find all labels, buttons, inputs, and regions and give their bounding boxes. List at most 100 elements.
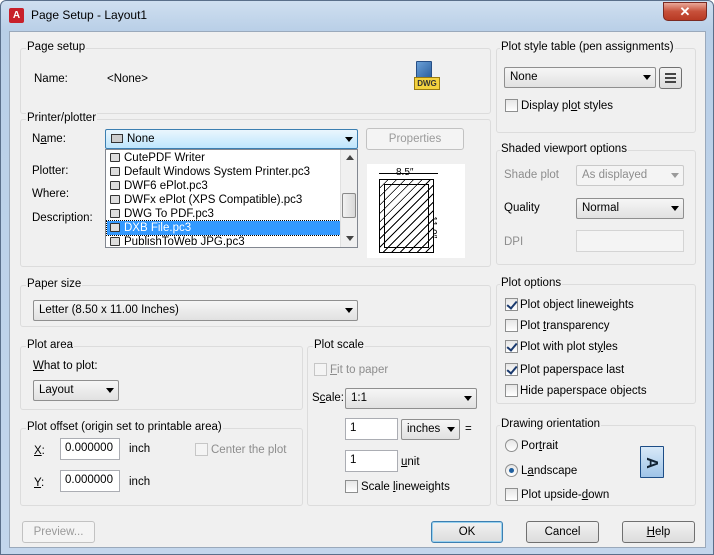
close-button[interactable]: ✕ bbox=[663, 2, 707, 21]
scale-value: 1:1 bbox=[351, 392, 367, 404]
scrollbar-thumb[interactable] bbox=[342, 193, 356, 218]
plot-transparency-label: Plot transparency bbox=[520, 320, 610, 332]
plot-upside-down-label: Plot upside-down bbox=[521, 489, 610, 501]
plot-paperspace-last-label: Plot paperspace last bbox=[520, 364, 625, 376]
plotter-label: Plotter: bbox=[32, 165, 69, 177]
chevron-down-icon[interactable] bbox=[106, 388, 114, 393]
list-scrollbar[interactable] bbox=[340, 150, 357, 247]
scale-combo[interactable]: 1:1 bbox=[345, 388, 477, 409]
printer-name-combo[interactable]: None bbox=[105, 129, 358, 149]
paper-size-combo[interactable]: Letter (8.50 x 11.00 Inches) bbox=[33, 300, 358, 321]
landscape-label: Landscape bbox=[521, 465, 578, 477]
window-title: Page Setup - Layout1 bbox=[31, 8, 148, 22]
page-setup-name-value: <None> bbox=[107, 73, 148, 85]
scale-units-value: inches bbox=[407, 423, 441, 435]
plot-upside-down-checkbox[interactable] bbox=[505, 488, 518, 501]
quality-combo[interactable]: Normal bbox=[576, 198, 684, 219]
y-label: Y: bbox=[34, 477, 45, 489]
pdf-printer-icon bbox=[110, 153, 120, 162]
printer-option[interactable]: PublishToWeb JPG.pc3 bbox=[107, 235, 340, 247]
printer-option[interactable]: CutePDF Writer bbox=[107, 151, 340, 165]
printer-option[interactable]: DWG To PDF.pc3 bbox=[107, 207, 340, 221]
printer-option-selected[interactable]: DXB File.pc3 bbox=[106, 220, 341, 236]
scale-units-combo[interactable]: inches bbox=[401, 419, 460, 440]
x-offset-input[interactable]: 0.000000 bbox=[60, 438, 120, 460]
scale-lineweights-label: Scale lineweights bbox=[361, 481, 450, 493]
plotter-icon bbox=[110, 223, 120, 232]
cancel-button[interactable]: Cancel bbox=[526, 521, 599, 543]
plot-style-combo[interactable]: None bbox=[504, 67, 656, 88]
y-offset-input[interactable]: 0.000000 bbox=[60, 470, 120, 492]
x-label: X: bbox=[34, 445, 45, 457]
properties-button[interactable]: Properties bbox=[366, 128, 464, 150]
orientation-preview-icon: A bbox=[640, 446, 664, 478]
plot-style-table-group bbox=[496, 48, 696, 133]
plot-area-group-title: Plot area bbox=[26, 339, 75, 351]
printer-option[interactable]: DWFx ePlot (XPS Compatible).pc3 bbox=[107, 193, 340, 207]
plot-options-group-title: Plot options bbox=[500, 277, 563, 289]
edit-plot-style-button[interactable] bbox=[659, 67, 682, 89]
printer-name-label: Name: bbox=[32, 133, 66, 145]
chevron-down-icon[interactable] bbox=[447, 427, 455, 432]
display-plot-styles-checkbox[interactable] bbox=[505, 99, 518, 112]
plot-transparency-checkbox[interactable] bbox=[505, 319, 518, 332]
plot-offset-group-title: Plot offset (origin set to printable are… bbox=[26, 421, 223, 433]
quality-value: Normal bbox=[582, 202, 620, 214]
display-plot-styles-label: Display plot styles bbox=[521, 100, 614, 112]
dwg-badge: DWG bbox=[414, 77, 440, 90]
shade-plot-label: Shade plot bbox=[504, 169, 559, 181]
hide-paperspace-objects-label: Hide paperspace objects bbox=[520, 385, 647, 397]
printer-group-title: Printer/plotter bbox=[26, 112, 98, 124]
dpi-label: DPI bbox=[504, 236, 524, 248]
chevron-down-icon[interactable] bbox=[671, 173, 679, 178]
scale-drawing-units-input[interactable]: 1 bbox=[345, 450, 398, 472]
what-to-plot-combo[interactable]: Layout bbox=[33, 380, 119, 401]
portrait-radio[interactable] bbox=[505, 439, 518, 452]
pen-table-icon-line bbox=[665, 77, 676, 79]
what-to-plot-value: Layout bbox=[39, 384, 74, 396]
chevron-down-icon[interactable] bbox=[345, 308, 353, 313]
ok-button[interactable]: OK bbox=[431, 521, 503, 543]
drawing-orientation-group-title: Drawing orientation bbox=[500, 418, 602, 430]
chevron-down-icon[interactable] bbox=[345, 137, 353, 142]
printer-option[interactable]: Default Windows System Printer.pc3 bbox=[107, 165, 340, 179]
plotter-icon bbox=[110, 237, 120, 246]
chevron-down-icon[interactable] bbox=[643, 75, 651, 80]
paper-size-group-title: Paper size bbox=[26, 278, 83, 290]
paper-size-value: Letter (8.50 x 11.00 Inches) bbox=[39, 304, 179, 316]
plot-object-lineweights-checkbox[interactable] bbox=[505, 298, 518, 311]
preview-button[interactable]: Preview... bbox=[22, 521, 95, 543]
plot-paperspace-last-checkbox[interactable] bbox=[505, 363, 518, 376]
printer-icon bbox=[111, 134, 123, 143]
width-dimension-line bbox=[379, 173, 438, 174]
printer-dropdown-list[interactable]: CutePDF Writer Default Windows System Pr… bbox=[105, 149, 358, 248]
autocad-app-icon[interactable]: A bbox=[9, 8, 24, 23]
chevron-down-icon[interactable] bbox=[671, 206, 679, 211]
plotter-icon bbox=[110, 181, 120, 190]
plotter-icon bbox=[110, 209, 120, 218]
fit-to-paper-checkbox[interactable] bbox=[314, 363, 327, 376]
scale-paper-units-input[interactable]: 1 bbox=[345, 418, 398, 440]
chevron-down-icon[interactable] bbox=[464, 396, 472, 401]
page-setup-group-title: Page setup bbox=[26, 41, 87, 53]
hide-paperspace-objects-checkbox[interactable] bbox=[505, 384, 518, 397]
title-bar: A Page Setup - Layout1 ✕ bbox=[1, 1, 713, 31]
scale-lineweights-checkbox[interactable] bbox=[345, 480, 358, 493]
dialog-client-area: Page setup Name: <None> DWG Printer/plot… bbox=[9, 31, 706, 548]
dpi-input[interactable] bbox=[576, 230, 684, 252]
printer-name-value: None bbox=[127, 133, 155, 145]
plot-with-plot-styles-checkbox[interactable] bbox=[505, 340, 518, 353]
center-plot-checkbox[interactable] bbox=[195, 443, 208, 456]
shade-plot-combo[interactable]: As displayed bbox=[576, 165, 684, 186]
help-button[interactable]: Help bbox=[622, 521, 695, 543]
orientation-letter: A bbox=[642, 457, 660, 469]
printer-option[interactable]: DWF6 ePlot.pc3 bbox=[107, 179, 340, 193]
what-to-plot-label: What to plot: bbox=[33, 360, 98, 372]
y-unit-label: inch bbox=[129, 476, 151, 488]
drawing-unit-label: unit bbox=[401, 456, 420, 468]
scroll-up-icon[interactable] bbox=[346, 155, 354, 160]
scroll-down-icon[interactable] bbox=[346, 236, 354, 241]
landscape-radio[interactable] bbox=[505, 464, 518, 477]
equals-label: = bbox=[465, 423, 472, 435]
scale-label: Scale: bbox=[312, 392, 344, 404]
